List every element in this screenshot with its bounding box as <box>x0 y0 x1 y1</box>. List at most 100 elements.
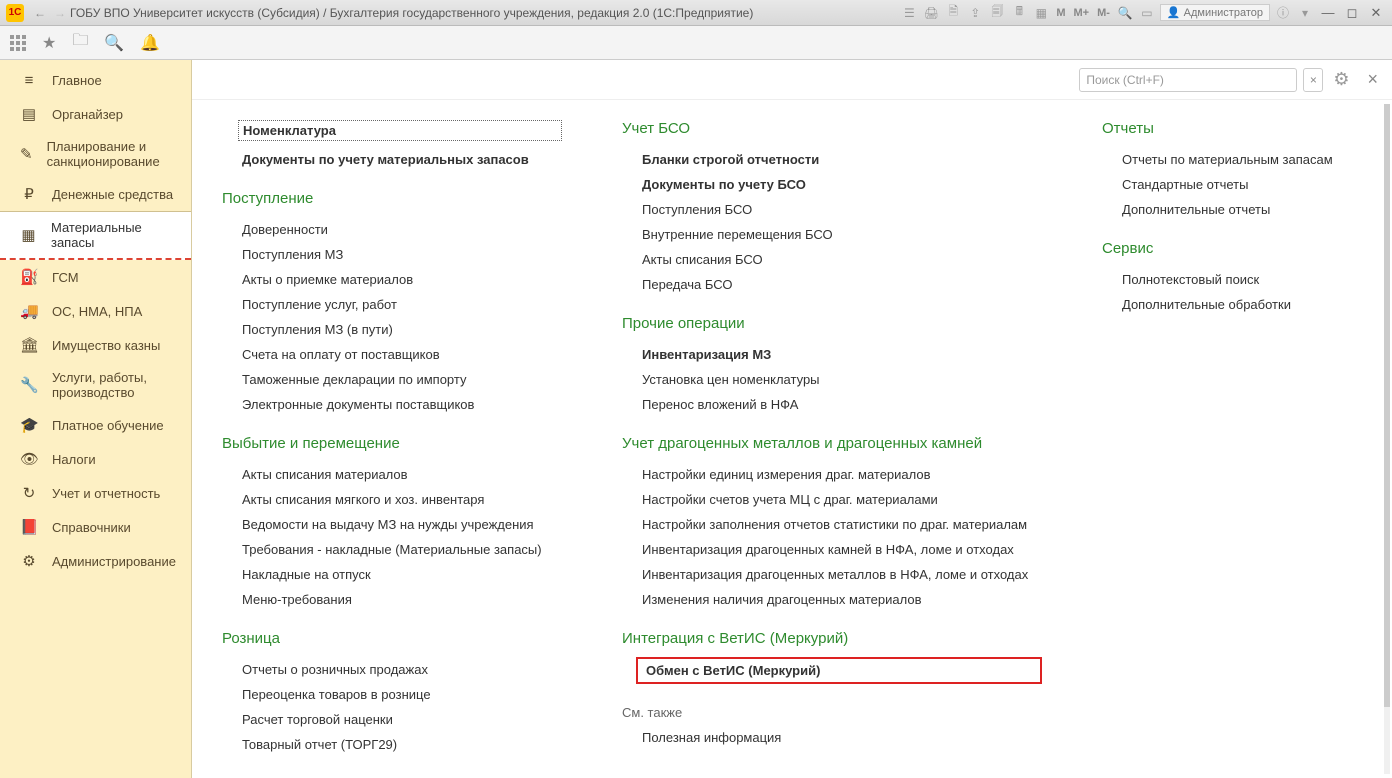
sidebar-item[interactable]: ▦Материальные запасы <box>0 211 191 260</box>
link-item[interactable]: Передача БСО <box>622 272 1042 297</box>
search-input[interactable]: Поиск (Ctrl+F) <box>1079 68 1297 92</box>
link-item[interactable]: Акты списания материалов <box>222 462 562 487</box>
dropdown-icon[interactable]: ▾ <box>1296 4 1314 22</box>
scrollbar[interactable] <box>1384 104 1390 774</box>
link-item[interactable]: Дополнительные отчеты <box>1102 197 1362 222</box>
link-item[interactable]: Изменения наличия драгоценных материалов <box>622 587 1042 612</box>
link-item[interactable]: Акты списания мягкого и хоз. инвентаря <box>222 487 562 512</box>
sidebar-item[interactable]: 🎓Платное обучение <box>0 408 191 442</box>
link-item[interactable]: Акты списания БСО <box>622 247 1042 272</box>
link-item[interactable]: Меню-требования <box>222 587 562 612</box>
link-item[interactable]: Поступления МЗ <box>222 242 562 267</box>
link-item[interactable]: Акты о приемке материалов <box>222 267 562 292</box>
link-item[interactable]: Внутренние перемещения БСО <box>622 222 1042 247</box>
link-item[interactable]: Бланки строгой отчетности <box>622 147 1042 172</box>
search-clear-button[interactable]: × <box>1303 68 1323 92</box>
sidebar-item[interactable]: ↻Учет и отчетность <box>0 476 191 510</box>
link-item[interactable]: Стандартные отчеты <box>1102 172 1362 197</box>
nav-back-icon[interactable]: ← <box>34 6 46 20</box>
link-item[interactable]: Расчет торговой наценки <box>222 707 562 732</box>
sidebar-item[interactable]: ▤Органайзер <box>0 97 191 131</box>
m-minus-icon[interactable]: M- <box>1095 4 1112 22</box>
link-item[interactable]: Поступление услуг, работ <box>222 292 562 317</box>
link-item[interactable]: Инвентаризация драгоценных камней в НФА,… <box>622 537 1042 562</box>
sidebar-item[interactable]: 👁Налоги <box>0 442 191 476</box>
apps-icon[interactable] <box>10 35 26 51</box>
calendar-icon[interactable]: ▦ <box>1032 4 1050 22</box>
sidebar-label: Учет и отчетность <box>52 486 160 501</box>
link-item[interactable]: Накладные на отпуск <box>222 562 562 587</box>
link-item[interactable]: Поступления МЗ (в пути) <box>222 317 562 342</box>
section-header: Поступление <box>222 190 562 207</box>
link-item[interactable]: Настройки счетов учета МЦ с драг. матери… <box>622 487 1042 512</box>
clipboard-icon[interactable]: 🗀 <box>72 29 88 56</box>
m-icon[interactable]: M <box>1054 4 1067 22</box>
link-item[interactable]: Отчеты о розничных продажах <box>222 657 562 682</box>
calc-icon[interactable]: 🖩 <box>1010 4 1028 22</box>
nav-fwd-icon[interactable]: → <box>54 6 66 20</box>
link-item[interactable]: Инвентаризация драгоценных металлов в НФ… <box>622 562 1042 587</box>
link-item[interactable]: Перенос вложений в НФА <box>622 392 1042 417</box>
link-item[interactable]: Номенклатура <box>238 120 562 141</box>
link-item[interactable]: Отчеты по материальным запасам <box>1102 147 1362 172</box>
sidebar-item[interactable]: 🏛Имущество казны <box>0 328 191 362</box>
link-item[interactable]: Документы по учету материальных запасов <box>222 147 562 172</box>
sidebar: ≡Главное▤Органайзер✎Планирование и санкц… <box>0 60 192 778</box>
content-header: Поиск (Ctrl+F) × ⚙ × <box>192 60 1392 100</box>
doc-icon[interactable]: 🗎 <box>944 4 962 22</box>
link-item[interactable]: Документы по учету БСО <box>622 172 1042 197</box>
bell-icon[interactable]: 🔔 <box>140 33 160 53</box>
link-item[interactable]: Поступления БСО <box>622 197 1042 222</box>
link-item[interactable]: Электронные документы поставщиков <box>222 392 562 417</box>
search-icon[interactable]: 🔍 <box>104 33 124 53</box>
link-item[interactable]: Требования - накладные (Материальные зап… <box>222 537 562 562</box>
sidebar-item[interactable]: 📕Справочники <box>0 510 191 544</box>
zoom-icon[interactable]: 🔍 <box>1116 4 1134 22</box>
settings-gear-icon[interactable]: ⚙ <box>1333 69 1349 90</box>
link-item[interactable]: Дополнительные обработки <box>1102 292 1362 317</box>
section-header: Интеграция с ВетИС (Меркурий) <box>622 630 1042 647</box>
link-item[interactable]: Установка цен номенклатуры <box>622 367 1042 392</box>
sidebar-icon: 🎓 <box>20 416 38 434</box>
tool-icon[interactable]: ☰ <box>900 4 918 22</box>
column-2: Учет БСОБланки строгой отчетностиДокумен… <box>622 120 1042 757</box>
star-icon[interactable]: ★ <box>42 33 56 53</box>
column-3: ОтчетыОтчеты по материальным запасамСтан… <box>1102 120 1362 757</box>
m-plus-icon[interactable]: M+ <box>1072 4 1092 22</box>
link-item[interactable]: Обмен с ВетИС (Меркурий) <box>636 657 1042 684</box>
tool2-icon[interactable]: ▭ <box>1138 4 1156 22</box>
sidebar-item[interactable]: 🔧Услуги, работы, производство <box>0 362 191 408</box>
sidebar-item[interactable]: ≡Главное <box>0 64 191 97</box>
link-item[interactable]: Таможенные декларации по импорту <box>222 367 562 392</box>
info-icon[interactable]: ⓘ <box>1274 4 1292 22</box>
sidebar-item[interactable]: 🚚ОС, НМА, НПА <box>0 294 191 328</box>
sidebar-item[interactable]: ✎Планирование и санкционирование <box>0 131 191 177</box>
close-button[interactable]: ✕ <box>1366 5 1386 21</box>
link-item[interactable]: Настройки единиц измерения драг. материа… <box>622 462 1042 487</box>
link-item[interactable]: Доверенности <box>222 217 562 242</box>
sidebar-item[interactable]: ⛽ГСМ <box>0 260 191 294</box>
content-body: Номенклатура Документы по учету материаль… <box>192 100 1392 778</box>
sidebar-icon: 🔧 <box>20 376 38 394</box>
maximize-button[interactable]: ◻ <box>1342 5 1362 21</box>
print-icon[interactable]: 🖨 <box>922 4 940 22</box>
link-item[interactable]: Инвентаризация МЗ <box>622 342 1042 367</box>
minimize-button[interactable]: — <box>1318 5 1338 21</box>
sidebar-item[interactable]: ₽Денежные средства <box>0 177 191 211</box>
title-toolbar: ☰ 🖨 🗎 ⇪ 🗐 🖩 ▦ M M+ M- 🔍 ▭ 👤Администратор… <box>900 4 1386 22</box>
upload-icon[interactable]: ⇪ <box>966 4 984 22</box>
user-button[interactable]: 👤Администратор <box>1160 4 1270 21</box>
copy-icon[interactable]: 🗐 <box>988 4 1006 22</box>
app-logo-icon: 1C <box>6 4 24 22</box>
sidebar-item[interactable]: ⚙Администрирование <box>0 544 191 578</box>
link-item[interactable]: Товарный отчет (ТОРГ29) <box>222 732 562 757</box>
link-item[interactable]: Ведомости на выдачу МЗ на нужды учрежден… <box>222 512 562 537</box>
link-item[interactable]: Полезная информация <box>622 725 1042 750</box>
link-item[interactable]: Настройки заполнения отчетов статистики … <box>622 512 1042 537</box>
link-item[interactable]: Переоценка товаров в рознице <box>222 682 562 707</box>
sidebar-label: Налоги <box>52 452 96 467</box>
sidebar-label: Главное <box>52 73 102 88</box>
link-item[interactable]: Счета на оплату от поставщиков <box>222 342 562 367</box>
link-item[interactable]: Полнотекстовый поиск <box>1102 267 1362 292</box>
close-panel-button[interactable]: × <box>1367 69 1378 90</box>
